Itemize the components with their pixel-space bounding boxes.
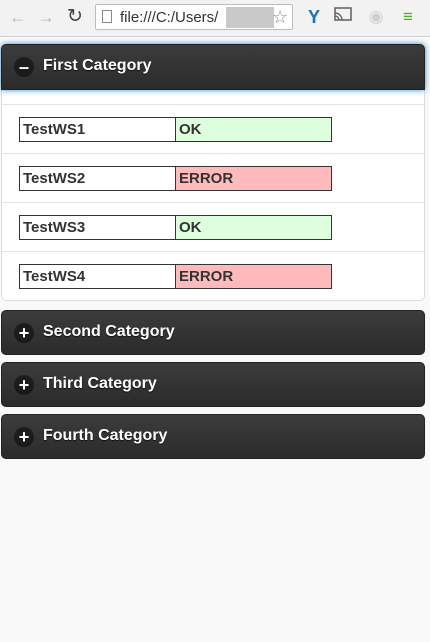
service-row: TestWS3 OK bbox=[2, 202, 424, 251]
category-header-second[interactable]: + Second Category bbox=[1, 310, 425, 355]
address-bar[interactable]: file:///C:/Users/ ☆ bbox=[95, 4, 293, 30]
browser-toolbar: ← → ↻ file:///C:/Users/ ☆ Y ◉ ≡ bbox=[0, 0, 430, 37]
status-cell: ERROR bbox=[175, 166, 332, 191]
category-label: Fourth Category bbox=[43, 427, 168, 444]
category-header-first[interactable]: – First Category bbox=[1, 44, 425, 90]
service-row: TestWS2 ERROR bbox=[2, 153, 424, 202]
service-name: TestWS4 bbox=[19, 264, 176, 289]
category-header-third[interactable]: + Third Category bbox=[1, 362, 425, 407]
status-cell: ERROR bbox=[175, 264, 332, 289]
grey-extension-icon[interactable]: ◉ bbox=[365, 6, 387, 28]
cast-icon[interactable] bbox=[332, 6, 354, 28]
service-name: TestWS3 bbox=[19, 215, 176, 240]
hamburger-menu-icon[interactable]: ≡ bbox=[397, 6, 419, 28]
category-label: First Category bbox=[43, 57, 152, 74]
category-label: Third Category bbox=[43, 375, 157, 392]
plus-icon: + bbox=[14, 323, 34, 343]
service-name: TestWS1 bbox=[19, 117, 176, 142]
page-icon bbox=[102, 10, 112, 23]
y-extension-icon[interactable]: Y bbox=[303, 6, 325, 28]
minus-icon: – bbox=[14, 57, 34, 77]
arrow-left-icon[interactable]: ← bbox=[7, 5, 29, 29]
status-cell: OK bbox=[175, 117, 332, 142]
service-row: TestWS1 OK bbox=[2, 104, 424, 153]
plus-icon: + bbox=[14, 427, 34, 447]
category-label: Second Category bbox=[43, 323, 175, 340]
redacted-region bbox=[226, 7, 274, 28]
service-name: TestWS2 bbox=[19, 166, 176, 191]
star-icon[interactable]: ☆ bbox=[272, 6, 288, 28]
category-header-fourth[interactable]: + Fourth Category bbox=[1, 414, 425, 459]
reload-icon[interactable]: ↻ bbox=[64, 5, 86, 29]
service-row: TestWS4 ERROR bbox=[2, 251, 424, 300]
plus-icon: + bbox=[14, 375, 34, 395]
status-cell: OK bbox=[175, 215, 332, 240]
arrow-right-icon[interactable]: → bbox=[35, 5, 57, 29]
url-text: file:///C:/Users/ bbox=[120, 9, 219, 26]
category-content-first: TestWS1 OK TestWS2 ERROR TestWS3 OK Test… bbox=[1, 90, 425, 301]
category-accordion: – First Category TestWS1 OK TestWS2 ERRO… bbox=[1, 44, 425, 466]
